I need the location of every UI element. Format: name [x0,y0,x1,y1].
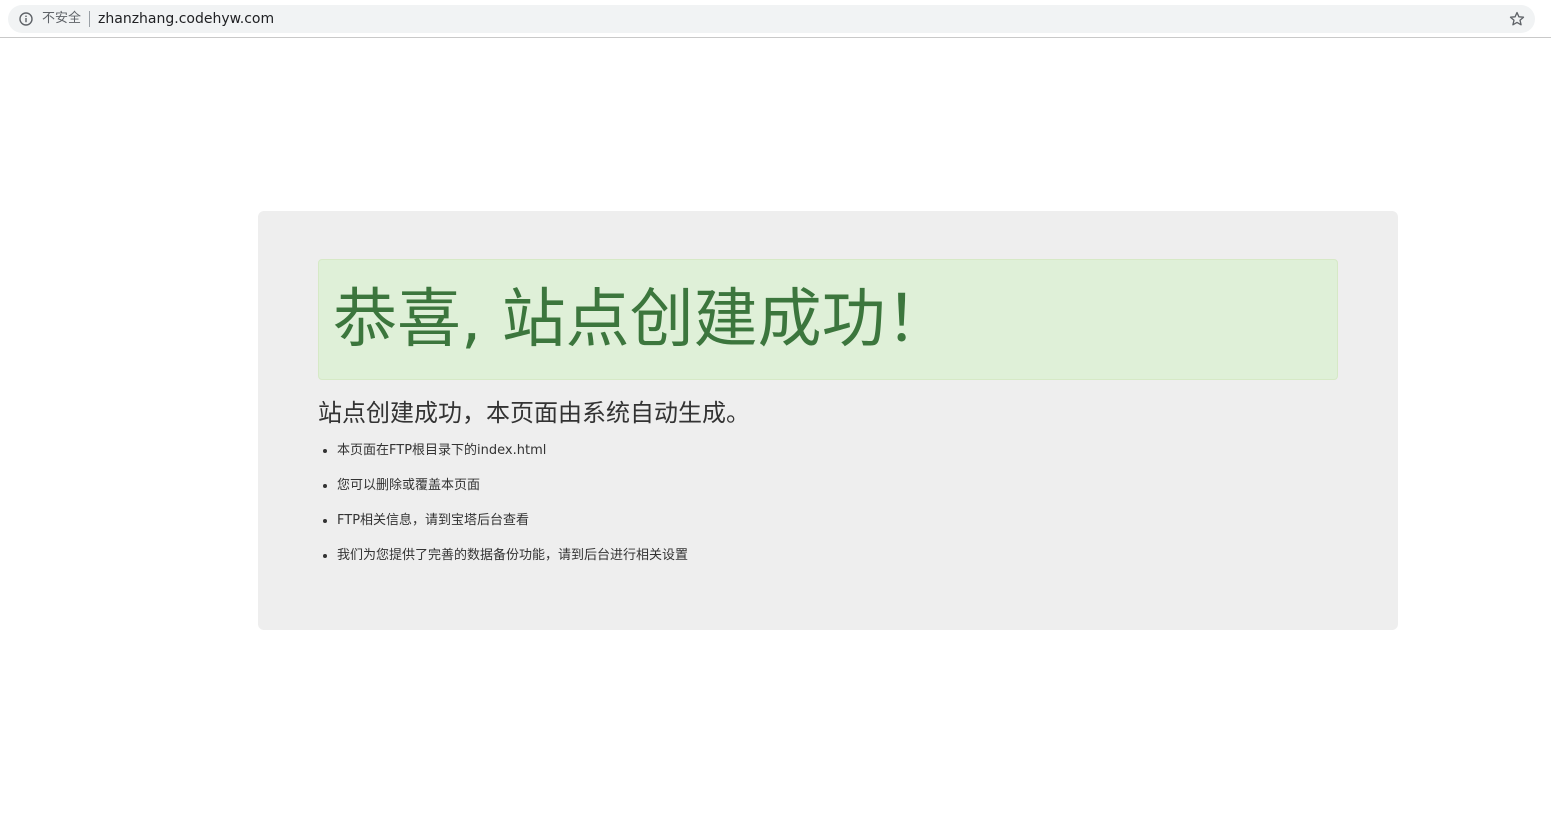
success-alert: 恭喜, 站点创建成功！ [318,259,1338,380]
list-item: FTP相关信息，请到宝塔后台查看 [337,509,688,544]
url-text[interactable]: zhanzhang.codehyw.com [98,5,274,33]
info-list: 本页面在FTP根目录下的index.html 您可以删除或覆盖本页面 FTP相关… [318,439,688,579]
security-label[interactable]: 不安全 [42,5,81,33]
list-item: 您可以删除或覆盖本页面 [337,474,688,509]
page-title: 恭喜, 站点创建成功！ [333,283,950,357]
page-subtitle: 站点创建成功，本页面由系统自动生成。 [318,399,750,427]
list-item: 我们为您提供了完善的数据备份功能，请到后台进行相关设置 [337,544,688,579]
info-icon[interactable] [18,11,34,27]
list-item: 本页面在FTP根目录下的index.html [337,439,688,474]
star-icon[interactable] [1509,11,1525,27]
browser-toolbar: 不安全 zhanzhang.codehyw.com [0,0,1551,38]
jumbotron-panel: 恭喜, 站点创建成功！ 站点创建成功，本页面由系统自动生成。 本页面在FTP根目… [258,211,1398,630]
address-divider [89,11,91,27]
address-bar[interactable]: 不安全 zhanzhang.codehyw.com [8,5,1535,33]
